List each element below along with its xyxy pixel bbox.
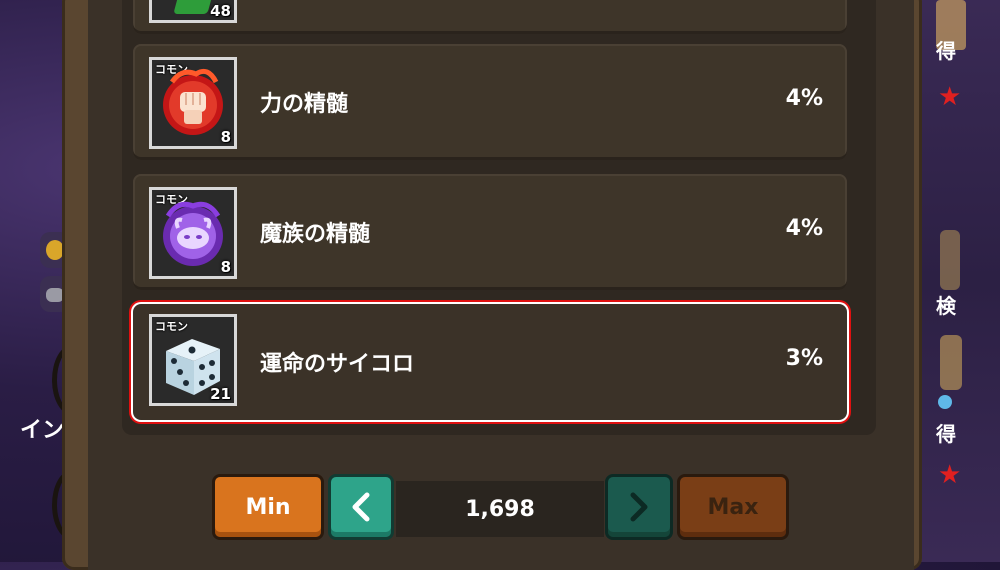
item-drop-rate: 3% [785, 346, 823, 371]
list-item-selected[interactable]: コモン 21 運命のサイコロ 3% [133, 304, 847, 420]
star-icon: ★ [938, 82, 962, 112]
chevron-left-icon [352, 492, 370, 522]
item-count: 8 [220, 258, 231, 276]
min-button[interactable]: Min [212, 474, 324, 540]
item-drop-rate: 4% [785, 216, 823, 241]
list-item[interactable]: 48 [133, 0, 847, 34]
right-menu-label-3: 得 [936, 422, 956, 446]
item-count: 21 [210, 385, 231, 403]
item-count: 48 [210, 2, 231, 20]
right-menu-icon-3 [940, 335, 962, 390]
green-crystal-icon [173, 0, 213, 14]
item-icon-frame: コモン 8 [149, 187, 237, 279]
item-name: 魔族の精髄 [260, 222, 371, 247]
chevron-right-icon [630, 492, 648, 522]
right-menu-label-2: 検 [936, 294, 956, 318]
list-item[interactable]: コモン 8 力の精髄 4% [133, 44, 847, 160]
left-menu-label: イン [20, 418, 65, 443]
max-button[interactable]: Max [677, 474, 789, 540]
quantity-display: 1,698 [396, 481, 604, 537]
decrease-button[interactable] [328, 474, 394, 540]
list-item[interactable]: コモン 8 魔族の精髄 4% [133, 174, 847, 290]
item-drop-rate: 4% [785, 86, 823, 111]
item-name: 力の精髄 [260, 92, 349, 117]
item-icon-frame: 48 [149, 0, 237, 23]
gem-icon [938, 395, 952, 409]
right-menu-icon-2 [940, 230, 960, 290]
item-count: 8 [220, 128, 231, 146]
item-icon-frame: コモン 8 [149, 57, 237, 149]
right-menu-label-1: 得 [936, 39, 956, 63]
increase-button[interactable] [605, 474, 673, 540]
item-name: 運命のサイコロ [260, 352, 415, 377]
star-icon-2: ★ [938, 460, 962, 490]
item-icon-frame: コモン 21 [149, 314, 237, 406]
